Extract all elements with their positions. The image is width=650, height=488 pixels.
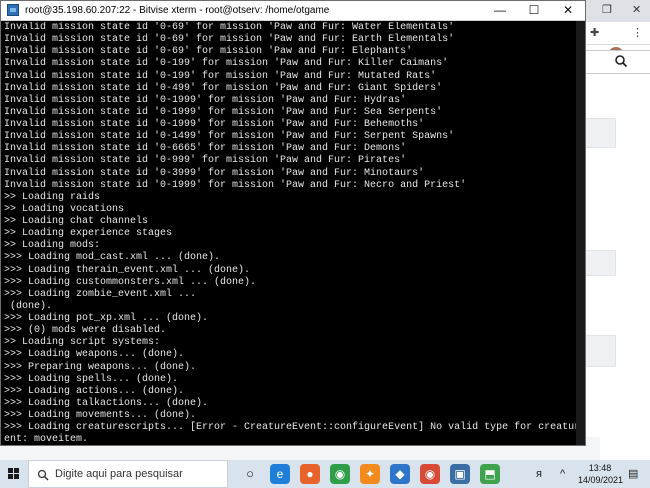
- terminal-line: >>> Loading custommonsters.xml ... (done…: [4, 276, 257, 288]
- terminal-line: Invalid mission state id '0-1999' for mi…: [4, 119, 425, 130]
- terminal-line: Invalid mission state id '0-499' for mis…: [4, 82, 443, 94]
- terminal-line: >>> Loading actions... (done).: [4, 385, 185, 397]
- restore-icon[interactable]: ❐: [602, 2, 612, 18]
- app-green-icon[interactable]: ⬒: [480, 464, 500, 484]
- minimize-button[interactable]: —: [483, 1, 517, 20]
- taskbar: Digite aqui para pesquisar ○ e ● ◉ ✦ ◆ ◉ ▣ ⬒ ᴙ …: [0, 460, 650, 488]
- maximize-button[interactable]: ☐: [517, 1, 551, 20]
- terminal-line: >>> Loading weapons... (done).: [4, 349, 185, 361]
- terminal-line: Invalid mission state id '0-1999' for mi…: [4, 179, 467, 191]
- chrome-alt-icon[interactable]: ◉: [420, 464, 440, 484]
- people-icon[interactable]: ᴙ: [536, 467, 542, 481]
- menu-icon[interactable]: ⋮: [632, 25, 643, 41]
- terminal-output[interactable]: Invalid mission state id '0-69' for miss…: [4, 22, 580, 442]
- terminal-line: Invalid mission state id '0-69' for miss…: [4, 22, 455, 33]
- search-placeholder: Digite aqui para pesquisar: [55, 468, 183, 480]
- terminal-line: >>> Preparing weapons... (done).: [4, 361, 197, 373]
- terminal-line: Invalid mission state id '0-199' for mis…: [4, 58, 449, 70]
- sidebar-panel: [584, 250, 616, 276]
- terminal-line: >>> Loading creaturescripts... [Error - …: [4, 422, 580, 434]
- firefox-icon[interactable]: ●: [300, 464, 320, 484]
- windows-logo-icon: [8, 468, 20, 480]
- terminal-line: Invalid mission state id '0-3999' for mi…: [4, 167, 425, 179]
- edge-icon[interactable]: e: [270, 464, 290, 484]
- xterm-task-icon[interactable]: ▣: [450, 464, 470, 484]
- xterm-titlebar[interactable]: root@35.198.60.207:22 - Bitvise xterm - …: [1, 1, 585, 21]
- terminal-line: ent: moveitem.: [4, 434, 89, 442]
- terminal-line: Invalid mission state id '0-6665' for mi…: [4, 143, 407, 155]
- clock[interactable]: 13:48 14/09/2021: [578, 462, 624, 486]
- terminal-line: >>> (0) mods were disabled.: [4, 325, 167, 337]
- terminal-line: >> Loading raids: [4, 191, 101, 203]
- app-orange-icon[interactable]: ✦: [360, 464, 380, 484]
- terminal-line: >>> Loading therain_event.xml ... (done)…: [4, 264, 251, 276]
- xterm-app-icon[interactable]: [7, 4, 19, 16]
- search-icon: [37, 469, 49, 481]
- task-view-icon[interactable]: ○: [240, 460, 260, 488]
- sidebar-panel: [584, 335, 616, 367]
- terminal-line: >> Loading mods:: [4, 240, 101, 252]
- terminal-line: Invalid mission state id '0-69' for miss…: [4, 46, 413, 58]
- terminal-line: >>> Loading spells... (done).: [4, 373, 179, 385]
- terminal-line: >> Loading vocations: [4, 203, 125, 215]
- terminal-line: Invalid mission state id '0-69' for miss…: [4, 34, 455, 46]
- terminal-line: >>> Loading movements... (done).: [4, 410, 197, 421]
- window-title: root@35.198.60.207:22 - Bitvise xterm - …: [25, 5, 330, 16]
- terminal-line: Invalid mission state id '0-999' for mis…: [4, 155, 407, 167]
- terminal-scrollbar[interactable]: [576, 21, 585, 445]
- terminal-line: (done).: [4, 300, 53, 312]
- terminal-line: >>> Loading mod_cast.xml ... (done).: [4, 252, 221, 264]
- terminal-line: >> Loading chat channels: [4, 216, 149, 227]
- notification-icon[interactable]: ▤: [628, 467, 638, 481]
- terminal-line: >> Loading script systems:: [4, 337, 161, 349]
- clock-time: 13:48: [588, 463, 612, 473]
- taskbar-search-input[interactable]: Digite aqui para pesquisar: [28, 460, 228, 488]
- search-icon[interactable]: [610, 50, 634, 72]
- terminal-line: Invalid mission state id '0-1999' for mi…: [4, 106, 443, 118]
- app-blue-icon[interactable]: ◆: [390, 464, 410, 484]
- terminal-line: >>> Loading pot_xp.xml ... (done).: [4, 313, 209, 324]
- clock-date: 14/09/2021: [578, 475, 624, 485]
- chevron-up-icon[interactable]: ^: [560, 467, 565, 481]
- start-button[interactable]: [0, 460, 28, 488]
- sidebar-panel: [584, 118, 616, 148]
- terminal-line: >>> Loading zombie_event.xml ...: [4, 288, 197, 300]
- chrome-icon[interactable]: ◉: [330, 464, 350, 484]
- xterm-window[interactable]: root@35.198.60.207:22 - Bitvise xterm - …: [0, 0, 586, 446]
- terminal-line: >> Loading experience stages: [4, 228, 173, 240]
- terminal-line: >>> Loading talkactions... (done).: [4, 397, 209, 409]
- terminal-line: Invalid mission state id '0-1499' for mi…: [4, 131, 455, 143]
- terminal-line: Invalid mission state id '0-1999' for mi…: [4, 94, 407, 106]
- puzzle-icon[interactable]: ✚: [590, 25, 599, 41]
- terminal-line: Invalid mission state id '0-199' for mis…: [4, 70, 437, 82]
- close-icon[interactable]: ✕: [632, 2, 641, 18]
- close-button[interactable]: ✕: [551, 1, 585, 20]
